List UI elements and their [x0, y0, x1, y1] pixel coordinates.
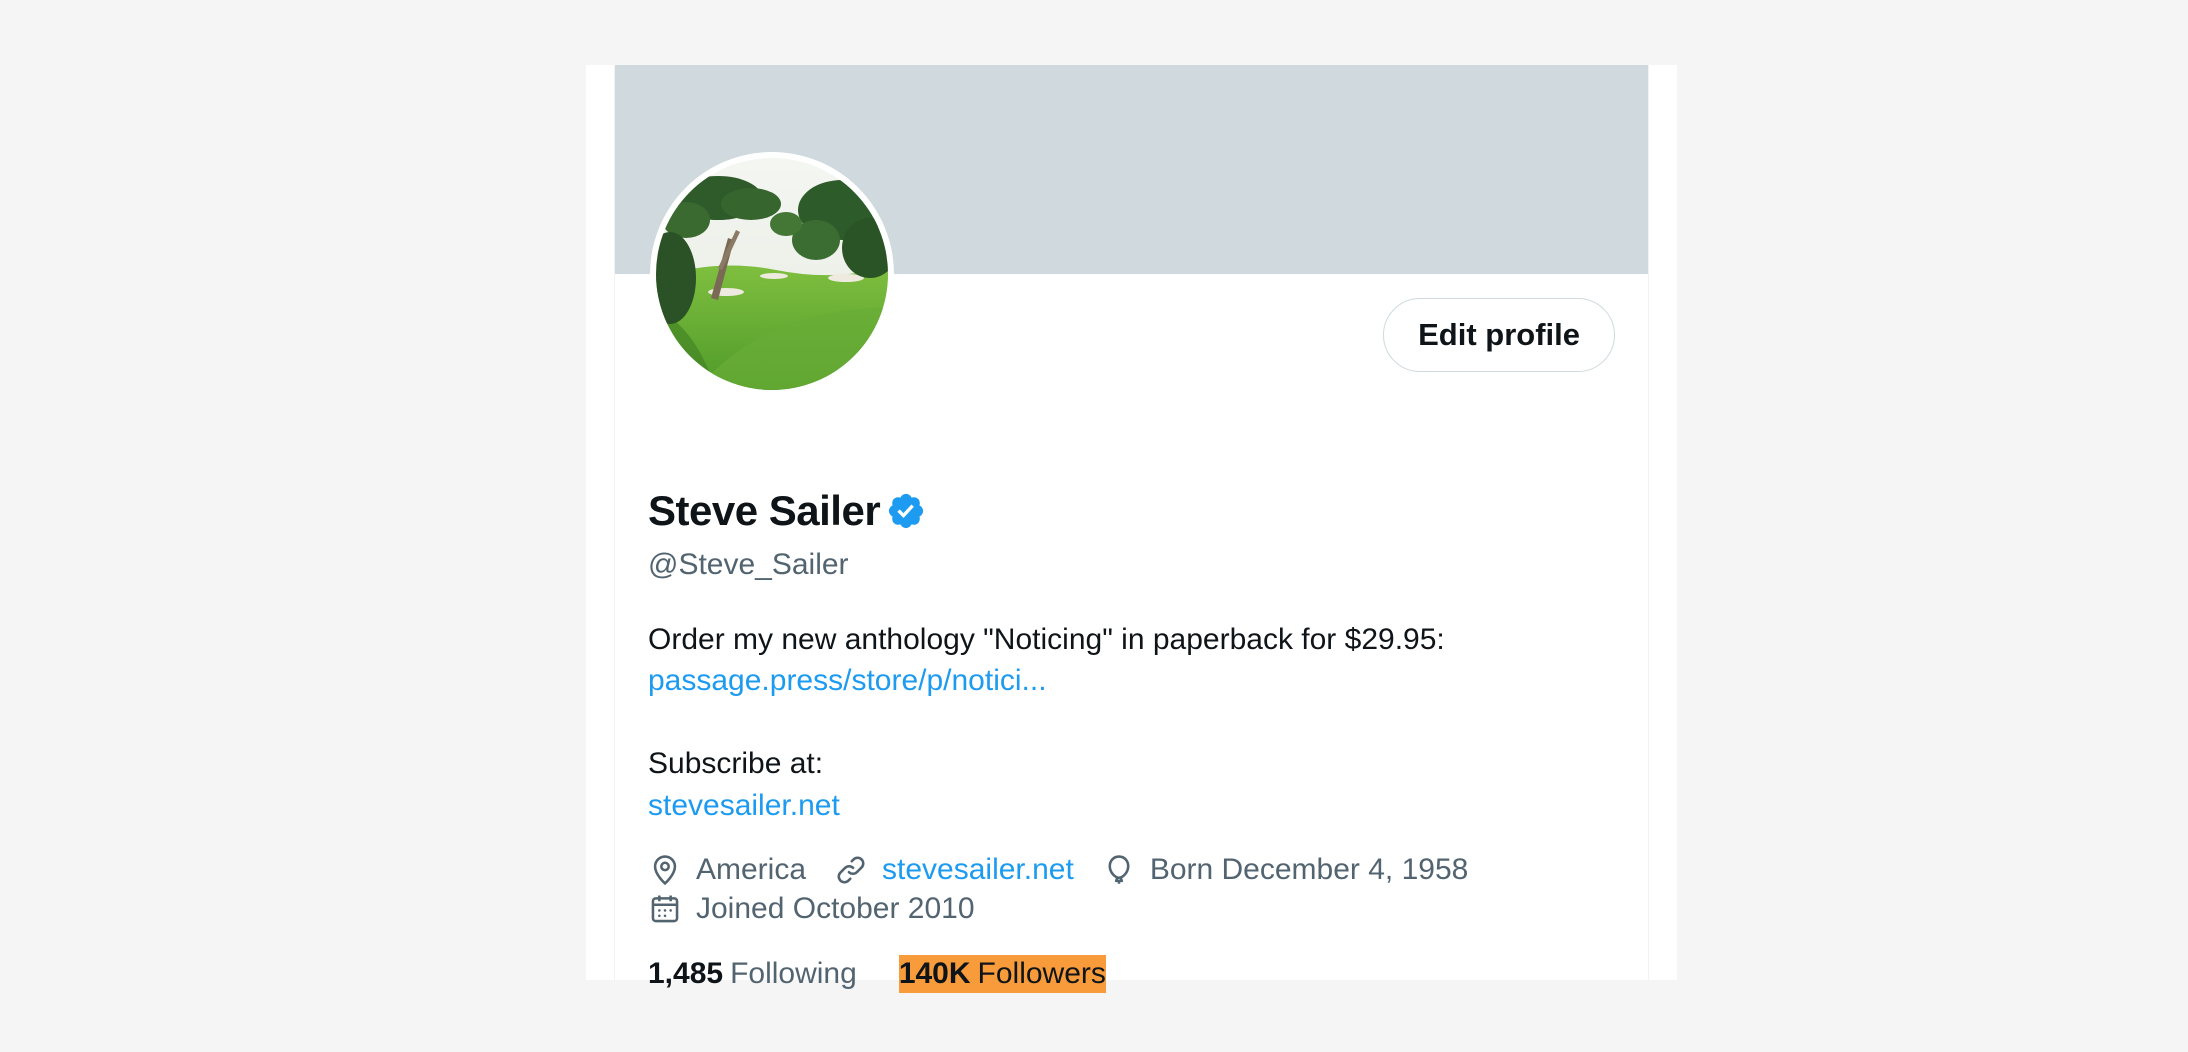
meta-location: America	[648, 853, 806, 887]
bio-text-line-2: Subscribe at:	[648, 747, 824, 780]
profile-handle: @Steve_Sailer	[648, 548, 849, 581]
profile-display-name: Steve Sailer	[648, 487, 881, 534]
followers-label: Followers	[977, 957, 1106, 990]
bio-link-anthology[interactable]: passage.press/store/p/notici...	[648, 664, 1047, 698]
following-count: 1,485	[648, 957, 724, 990]
profile-name-row: Steve Sailer	[648, 487, 926, 535]
profile-avatar[interactable]	[650, 152, 894, 396]
followers-count: 140K	[898, 957, 971, 990]
meta-joined-text: Joined October 2010	[696, 892, 975, 925]
link-icon	[837, 856, 865, 884]
verified-badge-icon[interactable]	[886, 491, 926, 531]
meta-joined: Joined October 2010	[648, 892, 975, 926]
follow-stats-row: 1,485 Following 140K Followers	[648, 955, 1106, 993]
followers-link[interactable]: 140K Followers	[898, 955, 1106, 993]
edit-profile-button[interactable]: Edit profile	[1383, 298, 1615, 372]
following-link[interactable]: 1,485 Following	[648, 957, 857, 991]
location-pin-icon	[653, 855, 677, 886]
balloon-icon	[1108, 855, 1130, 884]
meta-birthday-text: Born December 4, 1958	[1149, 853, 1469, 886]
following-label: Following	[730, 957, 857, 990]
meta-location-text: America	[696, 853, 807, 886]
bio-link-subscribe[interactable]: stevesailer.net	[648, 789, 840, 823]
avatar-golf-course-image	[656, 158, 888, 390]
profile-meta-row-1: America stevesailer.net Born December 4,…	[648, 853, 1496, 887]
profile-meta-row-2: Joined October 2010	[648, 892, 1003, 926]
profile-column: Edit profile Steve Sailer @Steve_Sailer …	[614, 65, 1649, 993]
meta-birthday: Born December 4, 1958	[1102, 853, 1469, 887]
calendar-icon	[651, 895, 679, 923]
bio-text-line-1: Order my new anthology "Noticing" in pap…	[648, 623, 1445, 656]
meta-website-link[interactable]: stevesailer.net	[882, 853, 1074, 887]
meta-website[interactable]: stevesailer.net	[834, 853, 1074, 887]
